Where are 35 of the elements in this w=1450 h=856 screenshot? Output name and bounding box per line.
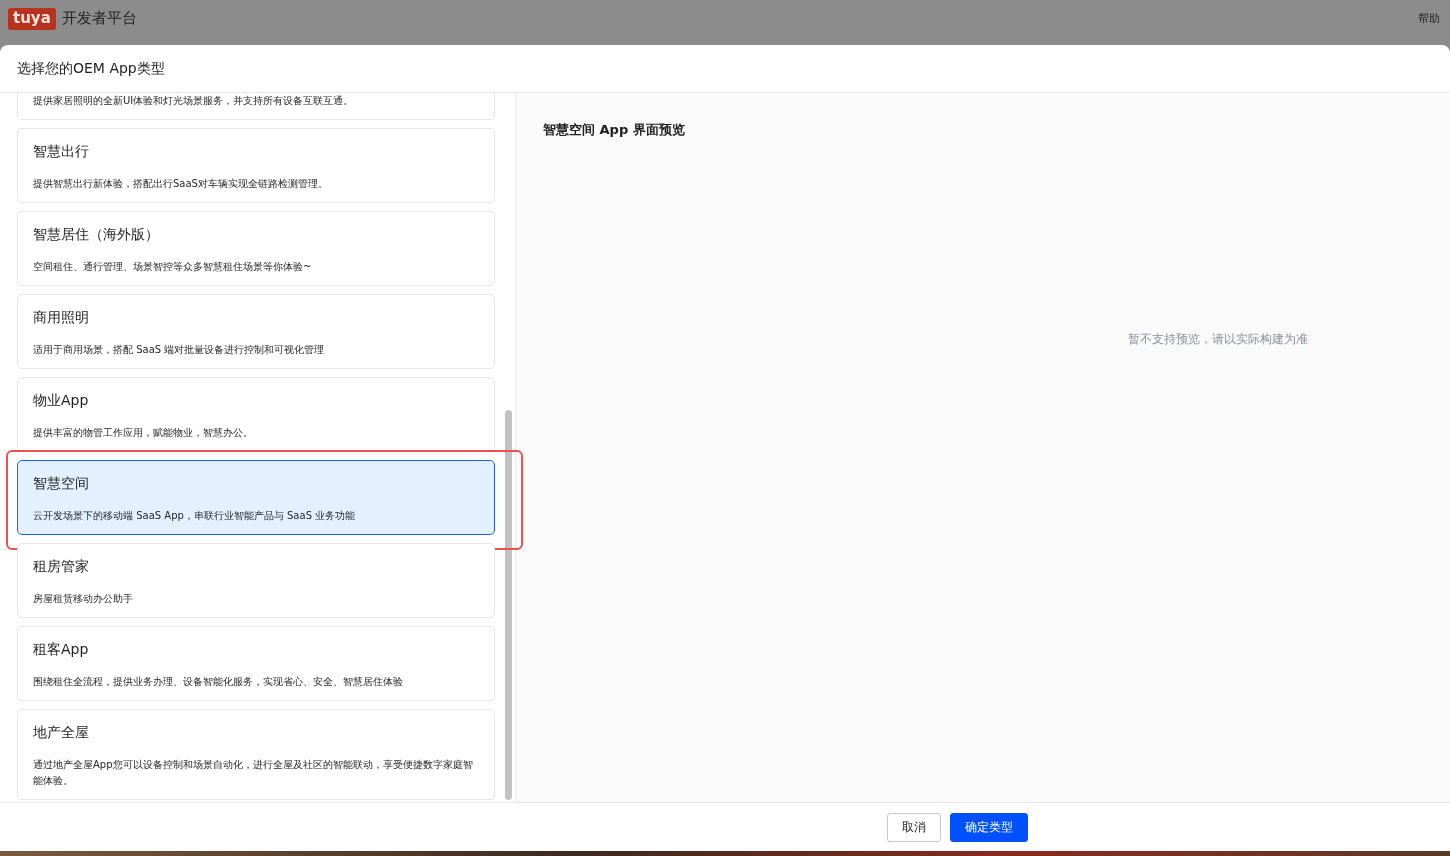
confirm-button[interactable]: 确定类型 xyxy=(950,812,1028,842)
card-title: 物业App xyxy=(33,391,90,410)
platform-title: 开发者平台 xyxy=(61,9,137,28)
card-title: 智慧空间 xyxy=(33,474,90,493)
dialog-title: 选择您的OEM App类型 xyxy=(17,59,165,78)
card-description: 适用于商用场景，搭配 SaaS 端对批量设备进行控制和可视化管理 xyxy=(33,343,326,357)
preview-message: 暂不支持预览，请以实际构建为准 xyxy=(1128,331,1308,348)
app-type-card[interactable]: 提供家居照明的全新UI体验和灯光场景服务，并支持所有设备互联互通。 xyxy=(17,93,495,120)
card-description: 提供智慧出行新体验，搭配出行SaaS对车辆实现全链路检测管理。 xyxy=(33,177,329,191)
help-link[interactable]: 帮助 xyxy=(1418,11,1440,26)
card-title: 智慧居住（海外版） xyxy=(33,225,160,244)
card-title: 租客App xyxy=(33,640,90,659)
app-type-card[interactable]: 智慧出行 提供智慧出行新体验，搭配出行SaaS对车辆实现全链路检测管理。 xyxy=(17,128,495,203)
card-description: 提供家居照明的全新UI体验和灯光场景服务，并支持所有设备互联互通。 xyxy=(33,94,355,108)
app-type-card[interactable]: 物业App 提供丰富的物管工作应用，赋能物业，智慧办公。 xyxy=(17,377,495,452)
card-description: 围绕租住全流程，提供业务办理、设备智能化服务，实现省心、安全、智慧居住体验 xyxy=(33,675,404,689)
preview-title: 智慧空间 App 界面预览 xyxy=(543,121,686,139)
card-title: 商用照明 xyxy=(33,308,90,327)
card-title: 租房管家 xyxy=(33,557,90,576)
card-description: 云开发场景下的移动端 SaaS App，串联行业智能产品与 SaaS 业务功能 xyxy=(33,509,357,523)
card-description: 通过地产全屋App您可以设备控制和场景自动化，进行全屋及社区的智能联动，享受便捷数字家庭智能体验。 xyxy=(33,758,474,788)
logo: tuya xyxy=(8,7,56,30)
app-type-card[interactable]: 地产全屋 通过地产全屋App您可以设备控制和场景自动化，进行全屋及社区的智能联动，享受便捷数字家庭智能体验。 xyxy=(17,709,495,800)
card-description: 提供丰富的物管工作应用，赋能物业，智慧办公。 xyxy=(33,426,254,440)
app-type-card[interactable]: 租房管家 房屋租赁移动办公助手 xyxy=(17,543,495,618)
app-type-card[interactable]: 智慧居住（海外版） 空间租住、通行管理、场景智控等众多智慧租住场景等你体验~ xyxy=(17,211,495,286)
card-title: 地产全屋 xyxy=(33,723,90,742)
card-description: 房屋租赁移动办公助手 xyxy=(33,592,134,606)
card-title: 智慧出行 xyxy=(33,142,90,161)
app-type-card[interactable]: 智慧空间 云开发场景下的移动端 SaaS App，串联行业智能产品与 SaaS 业务功能 xyxy=(17,460,495,535)
scrollbar-thumb[interactable] xyxy=(505,410,512,800)
app-type-card[interactable]: 租客App 围绕租住全流程，提供业务办理、设备智能化服务，实现省心、安全、智慧居住体验 xyxy=(17,626,495,701)
app-type-card[interactable]: 商用照明 适用于商用场景，搭配 SaaS 端对批量设备进行控制和可视化管理 xyxy=(17,294,495,369)
card-description: 空间租住、通行管理、场景智控等众多智慧租住场景等你体验~ xyxy=(33,260,313,274)
cancel-button[interactable]: 取消 xyxy=(887,812,941,842)
